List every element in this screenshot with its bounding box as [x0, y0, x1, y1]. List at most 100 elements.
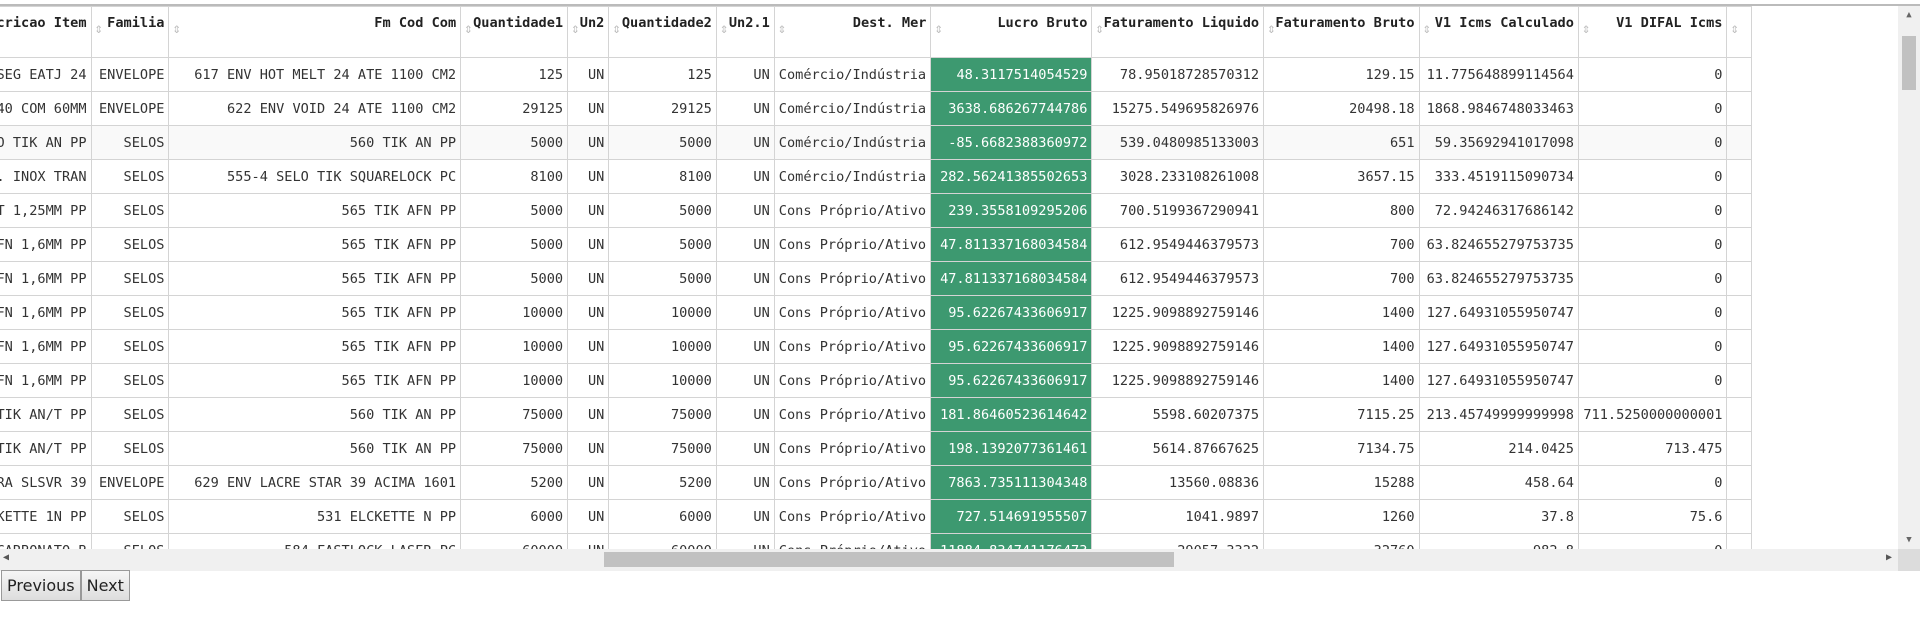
table-cell: Cons Próprio/Ativo — [773, 363, 932, 398]
sort-icon[interactable]: ⇕ — [1423, 21, 1431, 37]
column-header[interactable]: ⇕ — [1726, 6, 1752, 58]
table-cell: SELOS — [90, 159, 170, 194]
table-cell: 0 — [1577, 91, 1728, 126]
table-cell: Cons Próprio/Ativo — [773, 261, 932, 296]
table-cell: 75000 — [608, 431, 717, 466]
table-cell: UN — [715, 363, 775, 398]
column-header[interactable]: ⇕ Quantidade1 — [460, 6, 569, 58]
table-cell: Comércio/Indústria — [773, 159, 932, 194]
table-cell — [1726, 125, 1752, 160]
table-cell: UN — [715, 295, 775, 330]
table-cell: 282.56241385502653 — [930, 159, 1093, 194]
table-row[interactable]: LO TIK AFN 1,6MM PPSELOS565 TIK AFN PP10… — [0, 295, 1752, 330]
table-cell: 560 TIK AN PP — [168, 125, 462, 160]
table-row[interactable]: LO TIK AFN 1,6MM PPSELOS565 TIK AFN PP10… — [0, 329, 1752, 364]
vertical-scrollbar[interactable]: ▲ ▼ — [1898, 6, 1920, 549]
column-header[interactable]: Descricao Item — [0, 6, 92, 58]
sort-icon[interactable]: ⇕ — [934, 21, 942, 37]
table-cell — [1726, 261, 1752, 296]
table-cell: ENVELOPE — [90, 465, 170, 500]
table-cell: 0 — [1577, 465, 1728, 500]
table-row[interactable]: LO TIK AFN 1,6MM PPSELOS565 TIK AFN PP50… — [0, 261, 1752, 296]
table-cell: 0 — [1577, 295, 1728, 330]
table-row[interactable]: LO TIK AFN 1,6MM PPSELOS565 TIK AFN PP50… — [0, 227, 1752, 262]
pagination: Previous Next — [1, 570, 130, 601]
column-header[interactable]: ⇕ Un2 — [567, 6, 610, 58]
table-cell — [1726, 227, 1752, 262]
table-cell: 1225.9098892759146 — [1091, 363, 1265, 398]
horizontal-scrollbar[interactable]: ◀ ▶ — [0, 549, 1898, 571]
table-cell: 0 — [1577, 363, 1728, 398]
table-cell: 181.86460523614642 — [930, 397, 1093, 432]
sort-icon[interactable]: ⇕ — [1730, 21, 1738, 37]
table-cell: 5 TARJA SEG EATJ 24 — [0, 57, 92, 92]
column-header[interactable]: ⇕ V1 Icms Calculado — [1418, 6, 1579, 58]
column-header[interactable]: ⇕ Lucro Bruto — [930, 6, 1093, 58]
sort-icon[interactable]: ⇕ — [1582, 21, 1590, 37]
table-cell: 63.824655279753735 — [1418, 227, 1579, 262]
sort-icon[interactable]: ⇕ — [571, 21, 579, 37]
table-cell: UN — [567, 193, 610, 228]
column-header[interactable]: ⇕ Fm Cod Com — [168, 6, 462, 58]
table-row[interactable]: UME POLICARBONATO BSELOS584 FASTLOCK LAS… — [0, 533, 1752, 549]
column-header-label: V1 DIFAL Icms — [1616, 15, 1723, 31]
table-cell: SELO TIK AN/T PP — [0, 431, 92, 466]
table-cell: 711.5250000000001 — [1577, 397, 1728, 432]
table-cell: 11.775648899114564 — [1418, 57, 1579, 92]
table-cell: 60000 — [608, 533, 717, 549]
scroll-right-arrow-icon[interactable]: ▶ — [1886, 552, 1892, 563]
sort-icon[interactable]: ⇕ — [1267, 21, 1275, 37]
table-cell: 20498.18 — [1263, 91, 1420, 126]
sort-icon[interactable]: ⇕ — [464, 21, 472, 37]
table-cell: 75.6 — [1577, 499, 1728, 534]
table-cell — [1726, 431, 1752, 466]
column-header[interactable]: ⇕ V1 DIFAL Icms — [1577, 6, 1728, 58]
scroll-down-arrow-icon[interactable]: ▼ — [1898, 535, 1920, 545]
scroll-left-arrow-icon[interactable]: ◀ — [3, 552, 9, 563]
table-row[interactable]: TIK AFN/T 1,25MM PPSELOS565 TIK AFN PP50… — [0, 193, 1752, 228]
sort-icon[interactable]: ⇕ — [95, 21, 103, 37]
sort-icon[interactable]: ⇕ — [778, 21, 786, 37]
column-header[interactable]: ⇕ Quantidade2 — [608, 6, 717, 58]
table-row[interactable]: 30 DE/PARA SLSVR 39ENVELOPE629 ENV LACRE… — [0, 465, 1752, 500]
column-header-label: Quantidade2 — [621, 15, 712, 31]
column-header[interactable]: ⇕ Familia — [90, 6, 170, 58]
table-cell: 622 ENV VOID 24 ATE 1100 CM2 — [168, 91, 462, 126]
table-cell: UN — [567, 397, 610, 432]
next-button[interactable]: Next — [80, 570, 130, 601]
table-row[interactable]: LO TIK AFN 1,6MM PPSELOS565 TIK AFN PP10… — [0, 363, 1752, 398]
table-cell: 727.514691955507 — [930, 499, 1093, 534]
table-cell: 13560.08836 — [1091, 465, 1265, 500]
column-header[interactable]: ⇕ Un2.1 — [715, 6, 775, 58]
table-row[interactable]: 267X355+40 COM 60MMENVELOPE622 ENV VOID … — [0, 91, 1752, 126]
table-cell: 15275.549695826976 — [1091, 91, 1265, 126]
column-header[interactable]: ⇕ Faturamento Liquido — [1091, 6, 1265, 58]
column-header[interactable]: ⇕ Faturamento Bruto — [1263, 6, 1420, 58]
table-cell: 6000 — [460, 499, 569, 534]
table-cell: 0 — [1577, 159, 1728, 194]
table-row[interactable]: SELO TIK AN PPSELOS560 TIK AN PP5000UN50… — [0, 125, 1752, 160]
sort-icon[interactable]: ⇕ — [720, 21, 728, 37]
table-row[interactable]: 5 TARJA SEG EATJ 24ENVELOPE617 ENV HOT M… — [0, 57, 1752, 92]
sort-icon[interactable]: ⇕ — [612, 21, 620, 37]
sort-icon[interactable]: ⇕ — [172, 21, 180, 37]
table-row[interactable]: SELO TIK AN/T PPSELOS560 TIK AN PP75000U… — [0, 397, 1752, 432]
table-cell: 800 — [1263, 193, 1420, 228]
table-cell — [1726, 397, 1752, 432]
vertical-scroll-thumb[interactable] — [1902, 36, 1916, 90]
table-row[interactable]: SELO TIK AN/T PPSELOS560 TIK AN PP75000U… — [0, 431, 1752, 466]
previous-button[interactable]: Previous — [1, 570, 81, 601]
table-cell: 0 — [1577, 57, 1728, 92]
table-cell — [1726, 465, 1752, 500]
table-cell: UN — [567, 295, 610, 330]
scroll-up-arrow-icon[interactable]: ▲ — [1898, 10, 1920, 20]
table-cell: UN — [715, 57, 775, 92]
sort-icon[interactable]: ⇕ — [1095, 21, 1103, 37]
column-header[interactable]: ⇕ Dest. Mer — [773, 6, 932, 58]
table-row[interactable]: SELO ELCKETTE 1N PPSELOS531 ELCKETTE N P… — [0, 499, 1752, 534]
table-row[interactable]: PC CORD. INOX TRANSELOS555-4 SELO TIK SQ… — [0, 159, 1752, 194]
table-cell: 584 FASTLOCK LASER PC — [168, 533, 462, 549]
table-cell: 5000 — [460, 227, 569, 262]
horizontal-scroll-thumb[interactable] — [604, 552, 1174, 567]
table-cell: 539.0480985133003 — [1091, 125, 1265, 160]
